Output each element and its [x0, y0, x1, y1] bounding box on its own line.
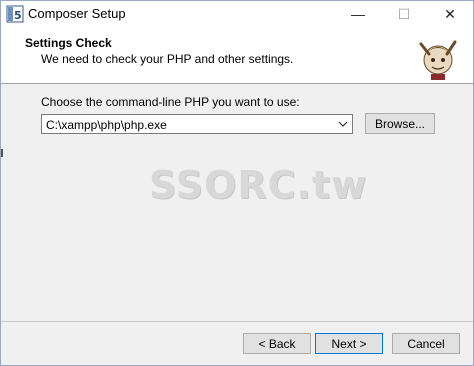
page-title: Settings Check — [25, 36, 112, 50]
browse-button[interactable]: Browse... — [365, 113, 435, 134]
close-icon: ✕ — [444, 5, 456, 22]
setup-window: 5 Composer Setup — ☐ ✕ Settings Check We… — [0, 0, 474, 366]
minimize-icon: — — [351, 6, 365, 22]
minimize-button[interactable]: — — [335, 1, 381, 27]
wizard-header: Settings Check We need to check your PHP… — [1, 27, 473, 84]
composer-app-icon: 5 — [6, 5, 24, 23]
choose-php-label: Choose the command-line PHP you want to … — [41, 95, 300, 109]
watermark-text: SSORC.tw — [149, 163, 368, 207]
close-button[interactable]: ✕ — [427, 1, 473, 27]
next-button-label: Next > — [331, 336, 367, 351]
maximize-icon: ☐ — [397, 5, 411, 22]
back-button-label: < Back — [258, 336, 296, 351]
page-subtitle: We need to check your PHP and other sett… — [41, 52, 294, 66]
title-bar[interactable]: 5 Composer Setup — ☐ ✕ — [1, 1, 473, 27]
svg-text:5: 5 — [14, 9, 22, 22]
php-path-combobox[interactable]: C:\xampp\php\php.exe — [41, 114, 353, 134]
maximize-button[interactable]: ☐ — [381, 1, 427, 27]
next-button[interactable]: Next > — [315, 333, 383, 354]
composer-conductor-logo — [419, 40, 457, 80]
window-title: Composer Setup — [28, 6, 126, 21]
browse-button-label: Browse... — [374, 116, 425, 131]
cancel-button-label: Cancel — [407, 336, 445, 351]
php-path-value: C:\xampp\php\php.exe — [46, 118, 167, 132]
edge-mark — [1, 149, 3, 157]
footer-divider — [1, 321, 473, 322]
chevron-down-icon[interactable] — [337, 119, 349, 130]
back-button[interactable]: < Back — [243, 333, 311, 354]
cancel-button[interactable]: Cancel — [392, 333, 460, 354]
